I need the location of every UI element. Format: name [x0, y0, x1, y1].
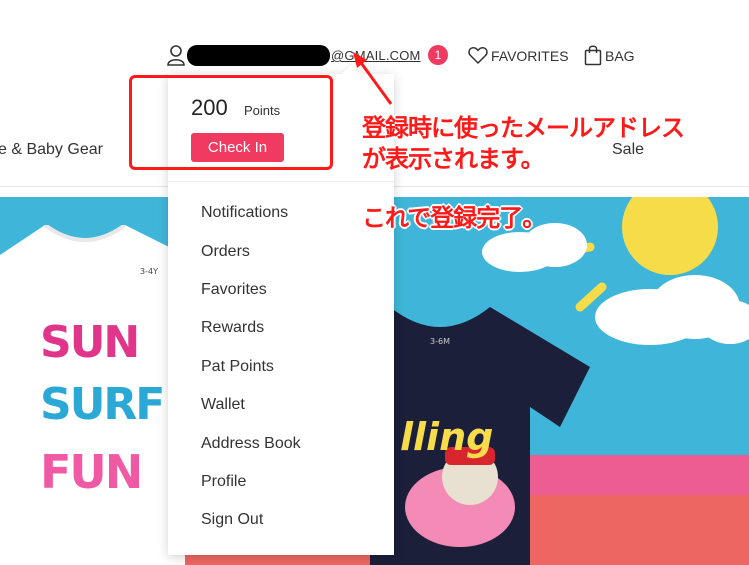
annotation-arrow-icon [353, 52, 393, 105]
redacted-username [187, 45, 330, 66]
notification-count-badge[interactable]: 1 [428, 45, 448, 65]
annotation-highlight-box [129, 75, 333, 170]
bag-link[interactable]: BAG [605, 48, 635, 64]
nav-item-sale[interactable]: Sale [612, 141, 644, 159]
heart-icon[interactable] [468, 46, 488, 64]
cloud-illustration [595, 275, 749, 345]
shirt-text-line1: SUN [40, 317, 140, 368]
shirt-text-line2: SURF [40, 379, 165, 430]
annotation-line3: これで登録完了。 [362, 204, 546, 232]
menu-item-address-book[interactable]: Address Book [201, 435, 301, 453]
dropdown-divider [168, 181, 394, 182]
menu-item-notifications[interactable]: Notifications [201, 204, 288, 222]
annotation-line2: が表示されます。 [362, 145, 545, 173]
menu-item-rewards[interactable]: Rewards [201, 319, 264, 337]
favorites-link[interactable]: FAVORITES [491, 48, 569, 64]
menu-item-wallet[interactable]: Wallet [201, 396, 245, 414]
annotation-line1: 登録時に使ったメールアドレス [362, 114, 685, 142]
user-icon[interactable] [166, 44, 186, 66]
menu-item-favorites[interactable]: Favorites [201, 281, 267, 299]
shirt2-text: lling [400, 415, 494, 459]
menu-item-sign-out[interactable]: Sign Out [201, 511, 263, 529]
menu-item-orders[interactable]: Orders [201, 243, 250, 261]
shirt2-size-tag: 3-6M [430, 337, 450, 346]
menu-item-pat-points[interactable]: Pat Points [201, 358, 274, 376]
menu-item-profile[interactable]: Profile [201, 473, 246, 491]
shirt-text-line3: FUN [40, 445, 143, 499]
bag-icon[interactable] [584, 44, 602, 66]
shirt-size-tag: 3-4Y [140, 267, 158, 276]
nav-item-baby-gear[interactable]: e & Baby Gear [0, 141, 103, 159]
